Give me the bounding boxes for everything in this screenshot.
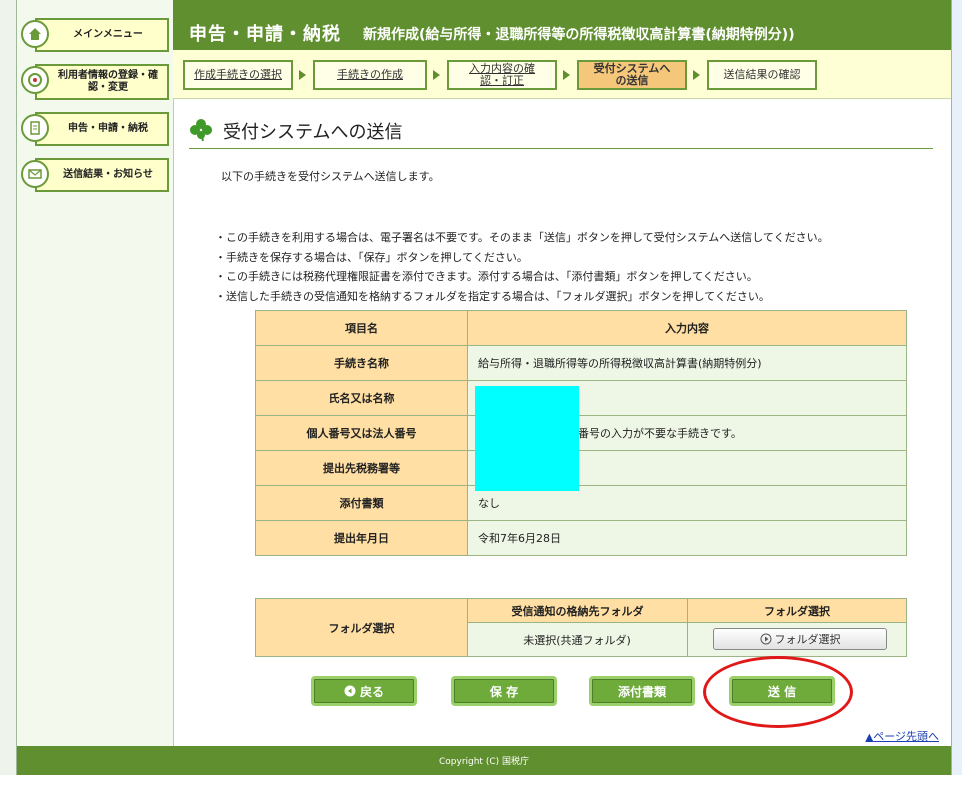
page-heading: 受付システムへの送信 — [189, 118, 933, 149]
footer: Copyright (C) 国税庁 — [17, 746, 951, 775]
column-header-value: 入力内容 — [467, 310, 907, 346]
row-label: 提出年月日 — [255, 520, 468, 556]
table-row: 氏名又は名称 — [255, 380, 907, 416]
sidebar-item-user-info[interactable]: 利用者情報の登録・確認・変更 — [21, 64, 169, 100]
table-header-row: 項目名 入力内容 — [255, 310, 907, 346]
step-confirm-input[interactable]: 入力内容の確認・訂正 — [447, 60, 557, 90]
details-table: 項目名 入力内容 手続き名称 給与所得・退職所得等の所得税徴収高計算書(納期特例… — [255, 310, 907, 556]
sidebar-item-label: メインメニュー — [35, 18, 169, 52]
table-header-row: フォルダ選択 受信通知の格納先フォルダ フォルダ選択 — [255, 598, 907, 657]
instruction-item: この手続きには税務代理権限証書を添付できます。添付する場合は、「添付書類」ボタン… — [215, 267, 829, 287]
document-icon — [21, 114, 49, 142]
step-send-to-system: 受付システムへの送信 — [577, 60, 687, 90]
instruction-list: この手続きを利用する場合は、電子署名は不要です。そのまま「送信」ボタンを押して受… — [215, 228, 829, 306]
header-subtitle: 新規作成(給与所得・退職所得等の所得税徴収高計算書(納期特例分)) — [363, 27, 795, 43]
table-row: 個人番号又は法人番号 番号の入力が不要な手続きです。 — [255, 415, 907, 451]
step-select-procedure[interactable]: 作成手続きの選択 — [183, 60, 293, 90]
home-icon — [21, 20, 49, 48]
target-icon — [21, 66, 49, 94]
back-arrow-icon — [344, 685, 356, 697]
current-folder-value: 未選択(共通フォルダ) — [467, 622, 688, 657]
header-title: 申告・申請・納税 — [189, 24, 341, 45]
highlight-circle — [703, 656, 853, 728]
row-label: 提出先税務署等 — [255, 450, 468, 486]
row-label: 氏名又は名称 — [255, 380, 468, 416]
play-circle-icon — [760, 633, 771, 645]
sidebar-item-label: 送信結果・お知らせ — [35, 158, 169, 192]
instruction-item: 送信した手続きの受信通知を格納するフォルダを指定する場合は、「フォルダ選択」ボタ… — [215, 287, 829, 307]
progress-steps: 作成手続きの選択 手続きの作成 入力内容の確認・訂正 受付システムへの送信 送信… — [173, 50, 951, 99]
row-label: 個人番号又は法人番号 — [255, 415, 468, 451]
instruction-item: 手続きを保存する場合は、「保存」ボタンを押してください。 — [215, 248, 829, 268]
attach-documents-button[interactable]: 添付書類 — [589, 676, 695, 706]
folder-select-button[interactable]: フォルダ選択 — [713, 628, 887, 650]
sidebar: メインメニュー 利用者情報の登録・確認・変更 申告・申請・納税 送信結果・お知ら… — [17, 0, 174, 746]
app-frame: メインメニュー 利用者情報の登録・確認・変更 申告・申請・納税 送信結果・お知ら… — [16, 0, 952, 775]
sidebar-item-main-menu[interactable]: メインメニュー — [21, 18, 169, 52]
step-confirm-result: 送信結果の確認 — [707, 60, 817, 90]
sidebar-item-label: 申告・申請・納税 — [35, 112, 169, 146]
clover-icon — [190, 119, 212, 142]
step-arrow-icon — [693, 70, 700, 80]
table-row: 手続き名称 給与所得・退職所得等の所得税徴収高計算書(納期特例分) — [255, 345, 907, 381]
step-arrow-icon — [563, 70, 570, 80]
instruction-item: この手続きを利用する場合は、電子署名は不要です。そのまま「送信」ボタンを押して受… — [215, 228, 829, 248]
table-row: 提出年月日 令和7年6月28日 — [255, 520, 907, 556]
column-header-folder: 受信通知の格納先フォルダ — [467, 598, 688, 623]
back-button[interactable]: 戻る — [311, 676, 417, 706]
row-label: 添付書類 — [255, 485, 468, 521]
main-content: 受付システムへの送信 以下の手続きを受付システムへ送信します。 この手続きを利用… — [173, 98, 951, 746]
row-label: 手続き名称 — [255, 345, 468, 381]
table-row: 添付書類 なし — [255, 485, 907, 521]
mail-icon — [21, 160, 49, 188]
step-arrow-icon — [299, 70, 306, 80]
column-header-select: フォルダ選択 — [687, 598, 907, 623]
page-top-link[interactable]: ▲ページ先頭へ — [866, 728, 939, 744]
page-header: 申告・申請・納税 新規作成(給与所得・退職所得等の所得税徴収高計算書(納期特例分… — [173, 0, 951, 50]
intro-text: 以下の手続きを受付システムへ送信します。 — [221, 170, 440, 183]
window-left-edge — [0, 0, 17, 775]
column-header-item: 項目名 — [255, 310, 468, 346]
folder-row-label: フォルダ選択 — [255, 598, 468, 657]
row-value: 令和7年6月28日 — [467, 520, 907, 556]
step-create-procedure[interactable]: 手続きの作成 — [313, 60, 427, 90]
sidebar-item-filing[interactable]: 申告・申請・納税 — [21, 112, 169, 146]
save-button[interactable]: 保 存 — [451, 676, 557, 706]
row-value: 給与所得・退職所得等の所得税徴収高計算書(納期特例分) — [467, 345, 907, 381]
step-arrow-icon — [433, 70, 440, 80]
sidebar-item-results[interactable]: 送信結果・お知らせ — [21, 158, 169, 192]
redaction-mask — [475, 386, 579, 491]
page-title: 受付システムへの送信 — [223, 122, 403, 143]
sidebar-item-label: 利用者情報の登録・確認・変更 — [35, 64, 169, 100]
table-row: 提出先税務署等 — [255, 450, 907, 486]
